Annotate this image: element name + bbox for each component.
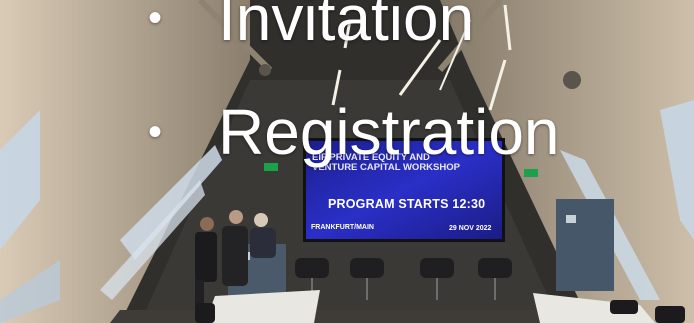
bullet-dot-icon: • [148,109,163,154]
screen-city: FRANKFURT/MAIN [311,224,374,231]
screen-date: 29 NOV 2022 [449,225,492,232]
screen-program-time: PROGRAM STARTS 12:30 [328,197,486,211]
bullet-dot-icon: • [148,0,163,40]
bullet-text: Invitation [218,0,475,54]
bullet-item-invitation: • Invitation [148,0,474,50]
bullet-text: Registration [218,96,560,168]
bullet-item-registration: • Registration [148,100,560,164]
